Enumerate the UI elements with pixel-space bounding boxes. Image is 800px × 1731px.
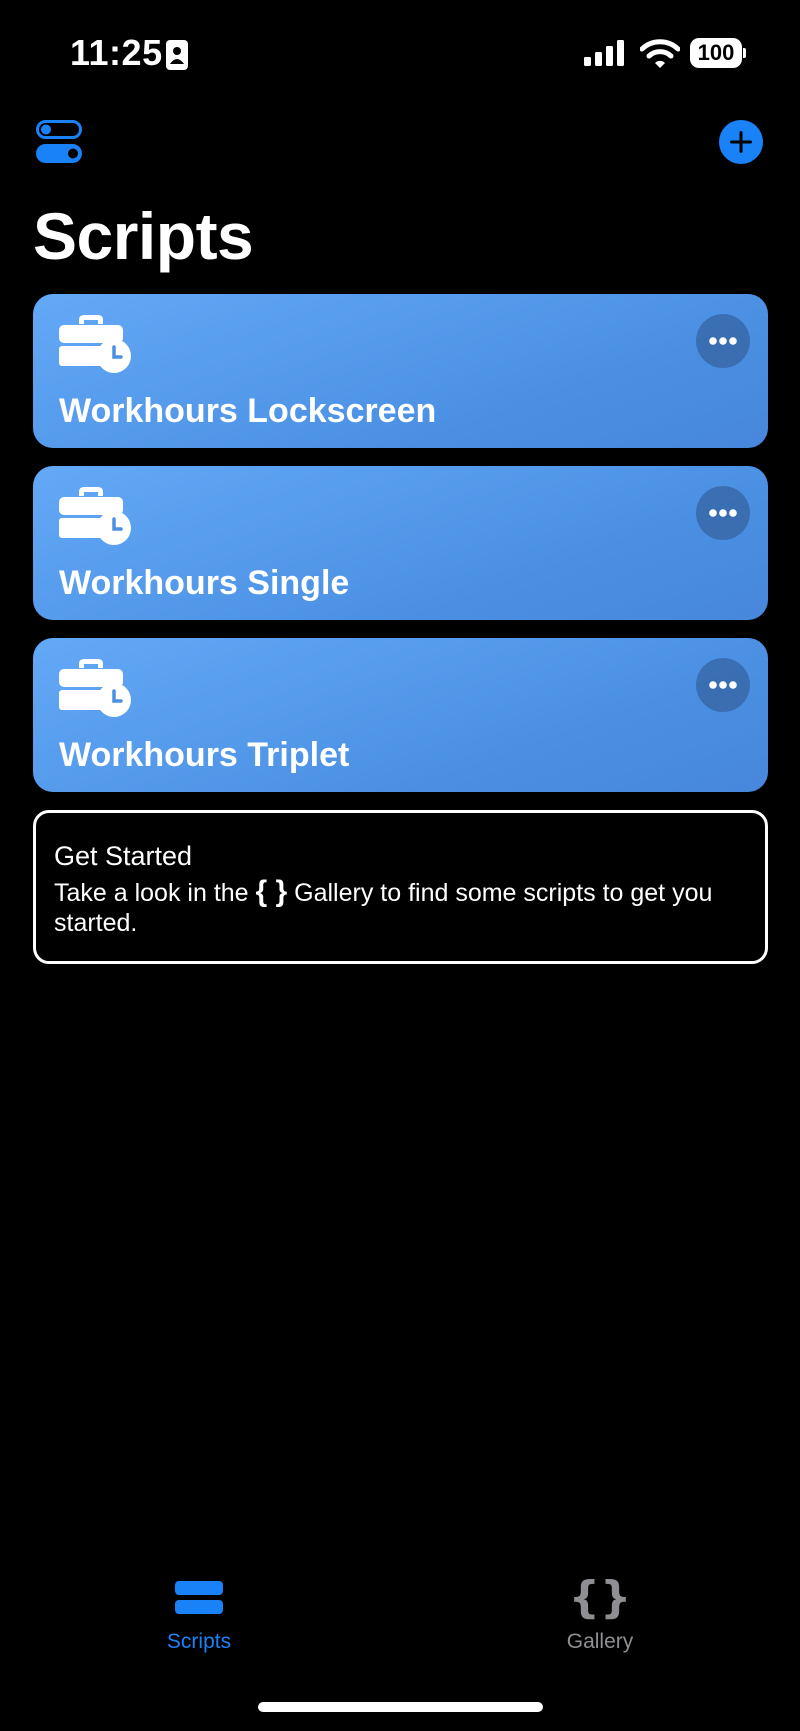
more-options-button[interactable] [696, 486, 750, 540]
battery-indicator: 100 [690, 38, 746, 68]
stack-icon [175, 1581, 223, 1614]
braces-icon: { } [255, 875, 288, 908]
tab-scripts[interactable]: Scripts [99, 1576, 299, 1656]
home-indicator[interactable] [258, 1702, 543, 1712]
toggle-switches-icon[interactable] [36, 120, 84, 164]
script-title: Workhours Single [59, 564, 350, 602]
briefcase-clock-icon [59, 487, 131, 545]
more-options-button[interactable] [696, 658, 750, 712]
script-title: Workhours Triplet [59, 736, 350, 774]
tab-gallery[interactable]: {} Gallery [500, 1576, 700, 1656]
page-title: Scripts [33, 199, 254, 273]
add-script-button[interactable] [719, 120, 763, 164]
get-started-text: Take a look in the { } Gallery to find s… [54, 877, 744, 938]
script-card[interactable]: Workhours Triplet [33, 638, 768, 792]
tab-gallery-label: Gallery [566, 1630, 634, 1653]
battery-level: 100 [690, 38, 742, 68]
battery-cap [743, 48, 746, 58]
script-card[interactable]: Workhours Lockscreen [33, 294, 768, 448]
contact-card-icon [166, 40, 188, 70]
briefcase-clock-icon [59, 659, 131, 717]
briefcase-clock-icon [59, 315, 131, 373]
script-title: Workhours Lockscreen [59, 392, 437, 430]
status-time: 11:25 [70, 32, 163, 73]
ellipsis-icon [709, 337, 737, 345]
wifi-icon [640, 39, 680, 68]
tab-scripts-label: Scripts [166, 1630, 232, 1653]
cellular-signal-icon [584, 40, 624, 66]
ellipsis-icon [709, 681, 737, 689]
get-started-card: Get Started Take a look in the { } Galle… [33, 810, 768, 964]
get-started-title: Get Started [54, 841, 193, 871]
more-options-button[interactable] [696, 314, 750, 368]
get-started-text-before: Take a look in the [54, 879, 256, 907]
status-bar: 11:25 100 [0, 0, 800, 100]
script-card[interactable]: Workhours Single [33, 466, 768, 620]
braces-icon: {} [568, 1572, 632, 1623]
ellipsis-icon [709, 509, 737, 517]
plus-icon [730, 131, 752, 153]
